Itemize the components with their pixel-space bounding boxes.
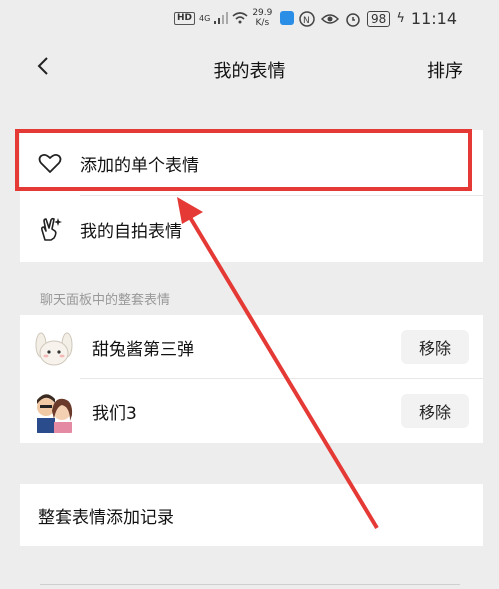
- page-title: 我的表情: [213, 61, 286, 82]
- status-right: N 98 ϟ 11:14: [299, 9, 457, 28]
- battery-level: 98: [367, 10, 391, 27]
- status-left: HD 4G 29.9 K/s: [174, 8, 295, 28]
- sticker-packs-card: 甜兔酱第三弹 移除 我们3 移除: [20, 315, 483, 443]
- status-bar: HD 4G 29.9 K/s N 98 ϟ 11:14: [0, 0, 499, 40]
- clock: 11:14: [410, 9, 457, 28]
- net-speed-value: 29.9: [252, 8, 273, 18]
- svg-text:N: N: [303, 16, 310, 26]
- alarm-icon: [346, 12, 360, 27]
- sticker-pack-row[interactable]: 甜兔酱第三弹 移除: [20, 315, 483, 379]
- pack-history-label: 整套表情添加记录: [38, 507, 174, 528]
- bottom-divider: [40, 584, 460, 585]
- selfie-stickers-item[interactable]: 我的自拍表情: [20, 196, 483, 262]
- wifi-icon: [232, 12, 248, 24]
- selfie-stickers-label: 我的自拍表情: [80, 221, 182, 242]
- app-notification-icon: [280, 11, 295, 25]
- packs-section-title: 聊天面板中的整套表情: [40, 293, 171, 308]
- charging-icon: ϟ: [396, 11, 405, 26]
- pack-history-item[interactable]: 整套表情添加记录: [20, 484, 483, 546]
- sticker-pack-row[interactable]: 我们3 移除: [20, 379, 483, 443]
- nav-bar: 我的表情 排序: [0, 40, 499, 96]
- hd-badge: HD: [174, 11, 196, 25]
- net-speed: 29.9 K/s: [252, 8, 272, 28]
- remove-button[interactable]: 移除: [401, 330, 469, 364]
- sort-button[interactable]: 排序: [427, 57, 463, 83]
- signal-icon: [214, 12, 229, 24]
- highlight-box: [15, 129, 472, 191]
- nfc-icon: N: [299, 10, 315, 27]
- selfie-hand-icon: [36, 215, 64, 243]
- network-type: 4G: [199, 13, 211, 23]
- sticker-pack-name: 我们3: [92, 403, 137, 424]
- rabbit-sticker-avatar: [32, 325, 76, 369]
- net-speed-unit: K/s: [255, 18, 270, 28]
- couple-sticker-avatar: [32, 389, 76, 433]
- eye-icon: [321, 13, 340, 24]
- sticker-pack-name: 甜兔酱第三弹: [92, 339, 194, 360]
- remove-button[interactable]: 移除: [401, 394, 469, 428]
